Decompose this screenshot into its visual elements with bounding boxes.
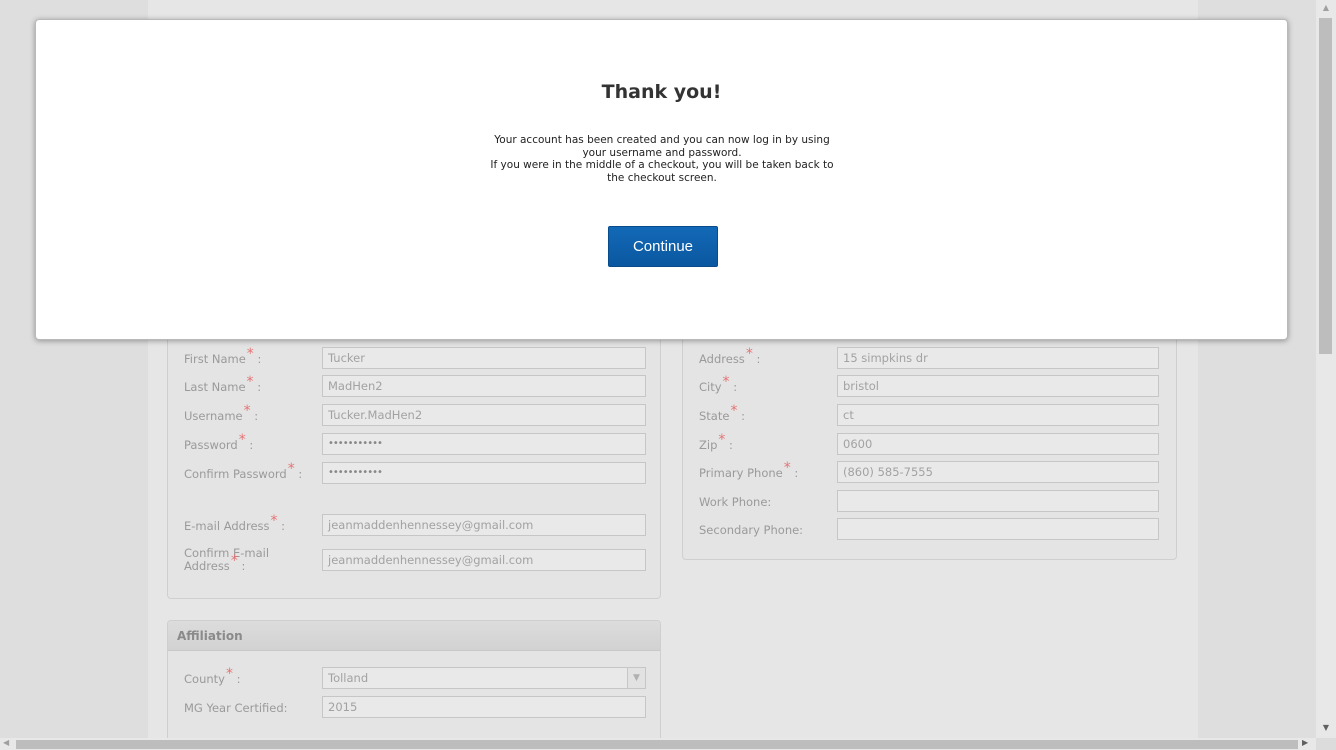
password-row: Password* : ••••••••••• xyxy=(168,433,660,457)
work-phone-row: Work Phone: xyxy=(683,490,1176,514)
last-name-input[interactable]: MadHen2 xyxy=(322,375,646,397)
confirm-password-row: Confirm Password* : ••••••••••• xyxy=(168,462,660,486)
username-row: Username* : Tucker.MadHen2 xyxy=(168,404,660,428)
modal-message-line: Your account has been created and you ca… xyxy=(494,134,830,146)
primary-phone-row: Primary Phone* : (860) 585-7555 xyxy=(683,461,1176,485)
password-label: Password* : xyxy=(184,432,254,452)
modal-title: Thank you! xyxy=(601,81,722,103)
horizontal-scrollbar[interactable]: ◀ ▶ xyxy=(0,738,1316,750)
address-panel: Address* : 15 simpkins dr City* : bristo… xyxy=(682,326,1177,560)
last-name-row: Last Name* : MadHen2 xyxy=(168,375,660,399)
modal-message-line: If you were in the middle of a checkout,… xyxy=(490,159,834,171)
confirm-password-label: Confirm Password* : xyxy=(184,461,303,481)
email-row: E-mail Address* : jeanmaddenhennessey@gm… xyxy=(168,514,660,538)
scroll-left-icon[interactable]: ◀ xyxy=(3,738,9,747)
county-select[interactable]: Tolland ▼ xyxy=(322,667,646,689)
mg-year-input[interactable]: 2015 xyxy=(322,696,646,718)
scroll-up-icon[interactable]: ▲ xyxy=(1316,3,1336,12)
continue-button[interactable]: Continue xyxy=(608,226,718,267)
vertical-scroll-thumb[interactable] xyxy=(1319,18,1332,354)
email-label: E-mail Address* : xyxy=(184,513,286,533)
confirm-email-input[interactable]: jeanmaddenhennessey@gmail.com xyxy=(322,549,646,571)
first-name-row: First Name* : Tucker xyxy=(168,347,660,371)
state-label: State* : xyxy=(699,403,745,423)
secondary-phone-input[interactable] xyxy=(837,518,1159,540)
username-input[interactable]: Tucker.MadHen2 xyxy=(322,404,646,426)
personal-info-panel: First Name* : Tucker Last Name* : MadHen… xyxy=(167,326,661,599)
password-input[interactable]: ••••••••••• xyxy=(322,433,646,455)
modal-message-line: the checkout screen. xyxy=(607,171,717,184)
first-name-label: First Name* : xyxy=(184,346,262,366)
vertical-scrollbar[interactable]: ▲ ▼ xyxy=(1316,0,1336,738)
primary-phone-input[interactable]: (860) 585-7555 xyxy=(837,461,1159,483)
city-input[interactable]: bristol xyxy=(837,375,1159,397)
modal-message-line: your username and password. xyxy=(582,146,742,159)
confirm-email-label: Confirm E-mail Address* : xyxy=(184,546,270,573)
county-select-value: Tolland xyxy=(328,671,369,685)
zip-input[interactable]: 0600 xyxy=(837,433,1159,455)
county-label: County* : xyxy=(184,666,241,686)
county-row: County* : Tolland ▼ xyxy=(168,667,660,691)
confirm-email-row: Confirm E-mail Address* : jeanmaddenhenne… xyxy=(168,546,660,573)
email-input[interactable]: jeanmaddenhennessey@gmail.com xyxy=(322,514,646,536)
scroll-down-icon[interactable]: ▼ xyxy=(1316,723,1336,732)
zip-row: Zip* : 0600 xyxy=(683,433,1176,457)
address-input[interactable]: 15 simpkins dr xyxy=(837,347,1159,369)
thank-you-modal: Thank you! Your account has been created… xyxy=(35,19,1288,340)
chevron-down-icon[interactable]: ▼ xyxy=(627,668,645,688)
scroll-right-icon[interactable]: ▶ xyxy=(1302,738,1308,747)
city-row: City* : bristol xyxy=(683,375,1176,399)
secondary-phone-row: Secondary Phone: xyxy=(683,518,1176,542)
affiliation-header: Affiliation xyxy=(168,621,660,651)
work-phone-label: Work Phone: xyxy=(699,495,772,509)
address-row: Address* : 15 simpkins dr xyxy=(683,347,1176,371)
mg-year-label: MG Year Certified: xyxy=(184,701,288,715)
last-name-label: Last Name* : xyxy=(184,374,262,394)
state-input[interactable]: ct xyxy=(837,404,1159,426)
affiliation-panel: Affiliation County* : Tolland ▼ MG Year … xyxy=(167,620,661,738)
zip-label: Zip* : xyxy=(699,432,733,452)
primary-phone-label: Primary Phone* : xyxy=(699,460,799,480)
state-row: State* : ct xyxy=(683,404,1176,428)
horizontal-scroll-thumb[interactable] xyxy=(16,740,1298,749)
secondary-phone-label: Secondary Phone: xyxy=(699,523,804,537)
username-label: Username* : xyxy=(184,403,259,423)
mg-year-row: MG Year Certified: 2015 xyxy=(168,696,660,720)
address-label: Address* : xyxy=(699,346,761,366)
scrollbar-corner xyxy=(1316,738,1336,750)
city-label: City* : xyxy=(699,374,738,394)
confirm-password-input[interactable]: ••••••••••• xyxy=(322,462,646,484)
modal-message: Your account has been created and you ca… xyxy=(462,134,862,184)
work-phone-input[interactable] xyxy=(837,490,1159,512)
first-name-input[interactable]: Tucker xyxy=(322,347,646,369)
